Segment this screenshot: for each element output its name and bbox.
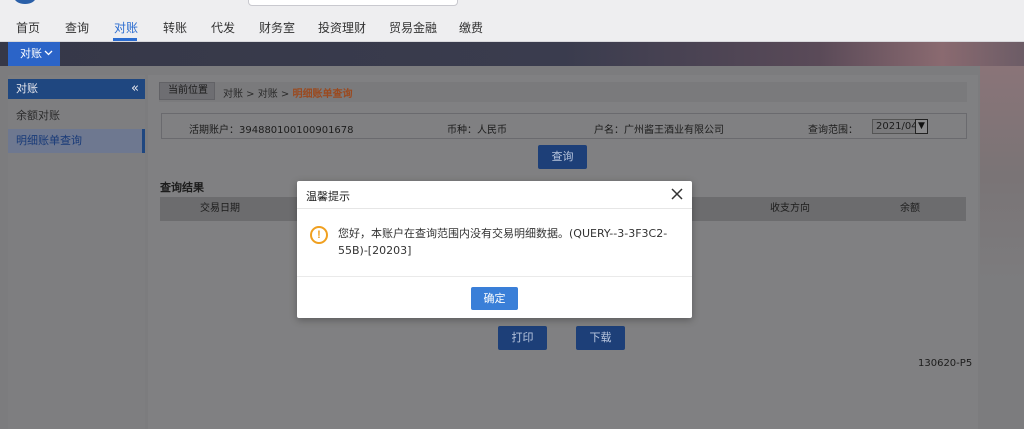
page-code: 130620-P5: [918, 358, 973, 369]
nav-item-investment[interactable]: 投资理财: [318, 19, 366, 36]
currency-value: 人民币: [477, 125, 507, 136]
currency-label: 币种：: [447, 125, 477, 136]
account-field: 活期账户：394880100100901678: [189, 121, 354, 136]
breadcrumb: 当前位置 对账 > 对账 > 明细账单查询: [159, 82, 967, 102]
download-button[interactable]: 下载: [576, 326, 625, 350]
query-button[interactable]: 查询: [538, 145, 587, 169]
column-header-date[interactable]: 交易日期: [200, 197, 240, 221]
top-navigation: 首页 查询 对账 转账 代发 财务室 投资理财 贸易金融 缴费: [0, 0, 1024, 42]
subtab-reconciliation[interactable]: 对账: [8, 42, 60, 66]
double-chevron-left-icon[interactable]: «: [131, 79, 139, 99]
sidebar-header: 对账 «: [8, 79, 145, 99]
breadcrumb-tag: 当前位置: [159, 82, 215, 100]
sidebar-item-statement-query[interactable]: 明细账单查询: [8, 129, 145, 153]
column-header-direction[interactable]: 收支方向: [770, 197, 810, 221]
currency-field: 币种：人民币: [447, 121, 507, 136]
account-name-label: 户名：: [594, 125, 624, 136]
breadcrumb-current: 明细账单查询: [292, 89, 353, 100]
nav-item-reconciliation[interactable]: 对账: [114, 19, 138, 36]
query-range-value: 2021/04: [876, 121, 918, 132]
account-name-field: 户名：广州酱王酒业有限公司: [594, 121, 724, 136]
sidebar-title: 对账: [16, 82, 38, 95]
dialog-title: 温馨提示: [306, 190, 350, 203]
chevron-down-icon: [44, 42, 53, 66]
breadcrumb-path: 对账 > 对账 > 明细账单查询: [223, 85, 352, 100]
dialog-message: 您好，本账户在查询范围内没有交易明细数据。(QUERY--3-3F3C2-55B…: [338, 227, 668, 257]
nav-item-finance-room[interactable]: 财务室: [259, 19, 295, 36]
query-range-label: 查询范围：: [808, 125, 858, 136]
subtab-label: 对账: [20, 47, 42, 60]
top-search-box[interactable]: [248, 0, 458, 6]
sidebar: 对账 « 余额对账 明细账单查询: [8, 75, 145, 429]
nav-item-payment[interactable]: 缴费: [459, 19, 483, 36]
ok-button[interactable]: 确定: [471, 287, 518, 310]
close-icon[interactable]: [671, 185, 683, 204]
sidebar-item-balance-reconciliation[interactable]: 余额对账: [8, 104, 145, 128]
bank-logo: [14, 0, 36, 4]
nav-item-query[interactable]: 查询: [65, 19, 89, 36]
column-header-balance[interactable]: 余额: [900, 197, 920, 221]
alert-dialog: 温馨提示 ! 您好，本账户在查询范围内没有交易明细数据。(QUERY--3-3F…: [297, 181, 692, 318]
print-button[interactable]: 打印: [498, 326, 547, 350]
breadcrumb-parents: 对账 > 对账 >: [223, 89, 293, 100]
results-title: 查询结果: [160, 181, 204, 194]
account-label: 活期账户：: [189, 125, 239, 136]
account-value: 394880100100901678: [239, 125, 354, 136]
dialog-body: ! 您好，本账户在查询范围内没有交易明细数据。(QUERY--3-3F3C2-5…: [297, 209, 692, 277]
query-info-box: 活期账户：394880100100901678 币种：人民币 户名：广州酱王酒业…: [161, 113, 967, 139]
dialog-header: 温馨提示: [297, 181, 692, 209]
nav-item-trade-finance[interactable]: 贸易金融: [389, 19, 437, 36]
chevron-down-icon[interactable]: ▼: [915, 119, 928, 134]
background-decoration: [980, 66, 1024, 429]
nav-item-home[interactable]: 首页: [16, 19, 40, 36]
sub-navigation-bar: 对账: [0, 42, 1024, 66]
active-nav-indicator: [113, 38, 137, 41]
account-name-value: 广州酱王酒业有限公司: [624, 125, 724, 136]
warning-icon: !: [310, 226, 328, 244]
nav-item-payroll[interactable]: 代发: [211, 19, 235, 36]
query-range-select[interactable]: 2021/04 ▼: [872, 119, 928, 134]
nav-item-transfer[interactable]: 转账: [163, 19, 187, 36]
